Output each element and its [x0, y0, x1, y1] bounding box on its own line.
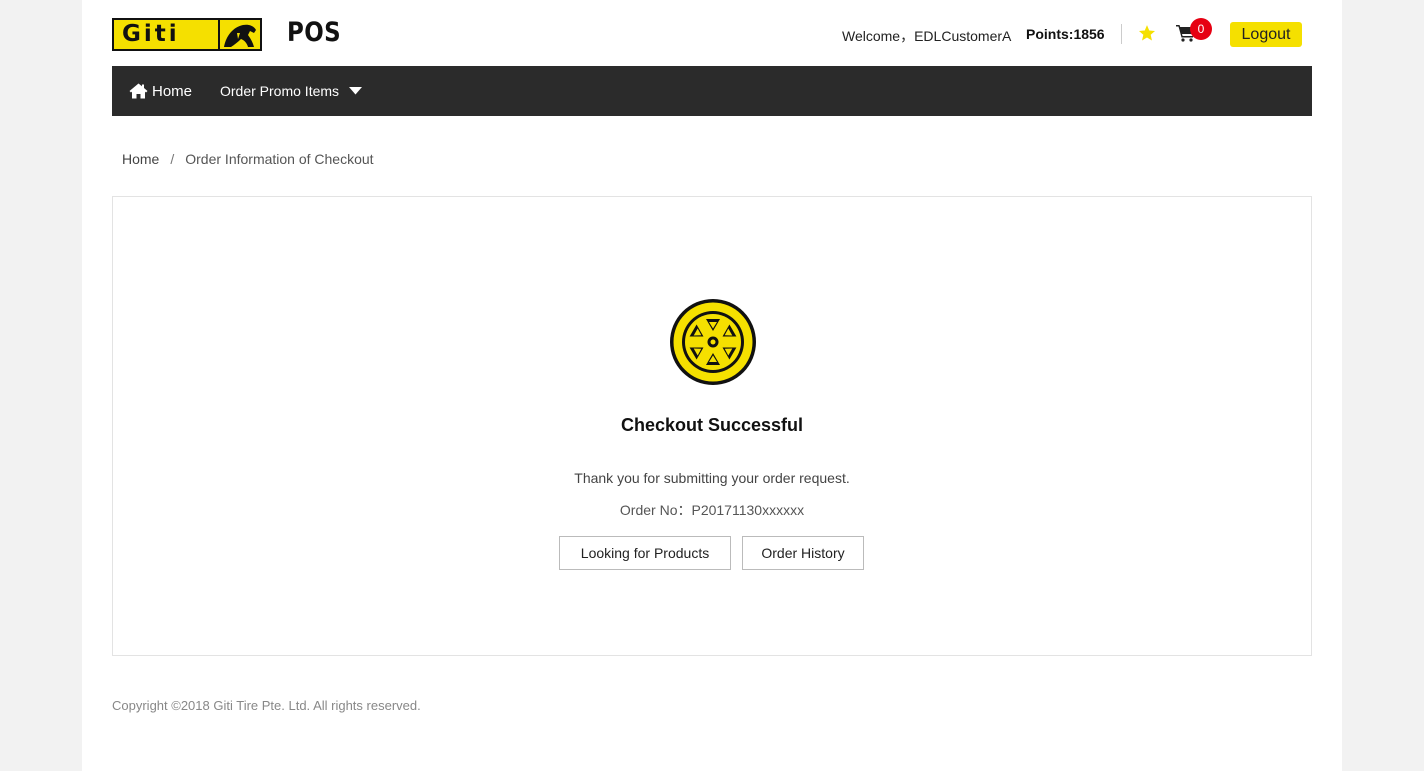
logo-text: Giti: [122, 21, 180, 47]
order-history-button[interactable]: Order History: [742, 536, 864, 570]
points-label: Points:: [1026, 26, 1074, 42]
checkout-success-title: Checkout Successful: [620, 415, 804, 435]
brand-title: POS: [287, 17, 342, 48]
header-divider: [1121, 24, 1122, 44]
header: Giti POS Welcome，EDLCustomerA Points:185…: [112, 0, 1312, 66]
footer-copyright: Copyright ©2018 Giti Tire Pte. Ltd. All …: [112, 698, 421, 713]
cart-count-badge: 0: [1190, 18, 1212, 40]
looking-for-products-button[interactable]: Looking for Products: [559, 536, 731, 570]
page-container: Giti POS Welcome，EDLCustomerA Points:185…: [82, 0, 1342, 771]
home-icon: [129, 83, 148, 99]
nav-home-label: Home: [152, 82, 193, 100]
thank-you-message: Thank you for submitting your order requ…: [574, 470, 850, 486]
welcome-text: Welcome，EDLCustomerA: [842, 26, 1011, 46]
breadcrumb-current: Order Information of Checkout: [185, 151, 374, 167]
nav-order-promo-label: Order Promo Items: [220, 83, 340, 99]
points-display: Points:1856: [1026, 26, 1105, 42]
giti-logo[interactable]: Giti: [112, 18, 262, 51]
breadcrumb-separator: /: [170, 151, 175, 167]
breadcrumb: Home / Order Information of Checkout: [122, 151, 374, 167]
caret-down-icon: [349, 87, 363, 95]
checkout-result-panel: Checkout Successful Thank you for submit…: [112, 196, 1312, 656]
username: EDLCustomerA: [914, 28, 1012, 44]
tire-wheel-icon: [668, 297, 758, 387]
main-navbar: Home Order Promo Items: [112, 66, 1312, 116]
logout-button[interactable]: Logout: [1230, 22, 1302, 47]
star-icon[interactable]: [1138, 24, 1156, 42]
nav-home[interactable]: Home: [129, 66, 192, 116]
order-number: Order No：P20171130xxxxxx: [113, 500, 1311, 520]
order-no-label: Order No：: [619, 502, 692, 518]
horse-logo-icon: [220, 20, 260, 49]
breadcrumb-home[interactable]: Home: [122, 151, 159, 167]
nav-order-promo-items[interactable]: Order Promo Items: [220, 66, 363, 116]
welcome-prefix: Welcome，: [842, 28, 915, 44]
points-value: 1856: [1073, 26, 1105, 42]
order-no-value: P20171130xxxxxx: [691, 502, 805, 518]
